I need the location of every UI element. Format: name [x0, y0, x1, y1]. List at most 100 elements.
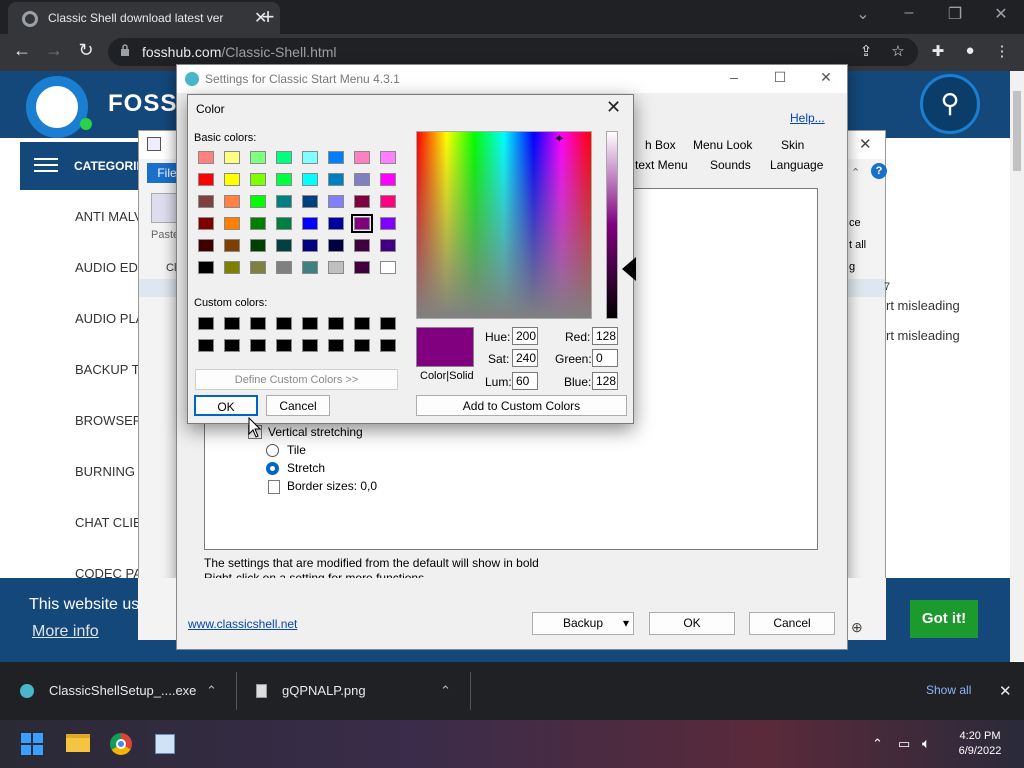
help-link[interactable]: Help... — [790, 111, 825, 125]
tab-menu-look[interactable]: Menu Look — [693, 138, 752, 152]
basic-color-swatch[interactable] — [250, 217, 266, 230]
page-scrollbar[interactable] — [1010, 71, 1024, 661]
custom-color-swatch[interactable] — [276, 317, 292, 330]
forward-icon[interactable]: → — [42, 40, 66, 61]
basic-color-swatch[interactable] — [276, 195, 292, 208]
settings-minimize-icon[interactable]: – — [719, 69, 749, 85]
basic-color-swatch[interactable] — [328, 195, 344, 208]
address-bar[interactable]: fosshub.com/Classic-Shell.html — [108, 38, 918, 66]
tab-sounds[interactable]: Sounds — [710, 158, 751, 172]
basic-color-swatch[interactable] — [328, 151, 344, 164]
settings-cancel-button[interactable]: Cancel — [749, 612, 835, 635]
custom-color-swatch[interactable] — [224, 339, 240, 352]
taskbar-clock[interactable]: 4:20 PM 6/9/2022 — [950, 730, 1010, 757]
basic-color-swatch[interactable] — [224, 217, 240, 230]
custom-color-swatch[interactable] — [198, 317, 214, 330]
menu-dots-icon[interactable]: ⋮ — [992, 42, 1012, 60]
bookmark-star-icon[interactable]: ☆ — [888, 42, 908, 60]
basic-color-swatch[interactable] — [302, 261, 318, 274]
blue-input[interactable]: 128 — [592, 372, 618, 390]
share-icon[interactable]: ⇪ — [856, 42, 876, 60]
file-explorer-icon[interactable] — [66, 734, 90, 752]
site-search-icon[interactable]: ⚲ — [920, 74, 980, 134]
basic-color-swatch[interactable] — [198, 195, 214, 208]
custom-color-swatch[interactable] — [380, 317, 396, 330]
luminosity-bar[interactable] — [606, 131, 618, 319]
category-item[interactable]: BURNING T — [75, 464, 145, 479]
settings-close-icon[interactable]: ✕ — [811, 69, 841, 86]
tile-radio[interactable] — [266, 444, 279, 457]
green-input[interactable]: 0 — [592, 349, 618, 367]
help-icon[interactable]: ? — [871, 163, 887, 179]
close-window-icon[interactable]: ✕ — [986, 4, 1016, 24]
basic-color-swatch[interactable] — [250, 261, 266, 274]
scrollbar-thumb[interactable] — [1013, 91, 1021, 171]
basic-color-swatch[interactable] — [224, 151, 240, 164]
basic-color-swatch[interactable] — [250, 195, 266, 208]
profile-icon[interactable]: ● — [960, 42, 980, 59]
custom-color-swatch[interactable] — [302, 317, 318, 330]
download-item[interactable]: gQPNALP.png — [282, 683, 366, 698]
minimize-icon[interactable]: – — [894, 4, 924, 22]
basic-color-swatch[interactable] — [198, 217, 214, 230]
tab-search-box[interactable]: h Box — [645, 138, 676, 152]
basic-color-swatch[interactable] — [380, 261, 396, 274]
basic-color-swatch[interactable] — [198, 261, 214, 274]
color-dialog-close-icon[interactable]: ✕ — [606, 97, 621, 118]
custom-color-swatch[interactable] — [354, 339, 370, 352]
basic-color-swatch[interactable] — [380, 217, 396, 230]
close-downloads-icon[interactable]: ✕ — [999, 682, 1012, 700]
new-tab-icon[interactable]: + — [258, 4, 278, 30]
sat-input[interactable]: 240 — [512, 349, 538, 367]
define-custom-colors-button[interactable]: Define Custom Colors >> — [195, 369, 398, 390]
custom-color-swatch[interactable] — [302, 339, 318, 352]
basic-color-swatch[interactable] — [302, 151, 318, 164]
basic-color-swatch[interactable] — [380, 195, 396, 208]
basic-color-swatch[interactable] — [328, 261, 344, 274]
volume-icon[interactable]: 🔈︎ — [922, 735, 930, 752]
settings-maximize-icon[interactable]: ☐ — [765, 69, 795, 86]
basic-color-swatch[interactable] — [276, 217, 292, 230]
basic-color-swatch[interactable] — [302, 195, 318, 208]
category-item[interactable]: ANTI MALV — [75, 209, 145, 224]
hue-input[interactable]: 200 — [512, 327, 538, 345]
basic-color-swatch[interactable] — [250, 173, 266, 186]
network-icon[interactable]: ▭ — [898, 736, 910, 752]
download-item[interactable]: ClassicShellSetup_....exe — [49, 683, 196, 698]
luminosity-arrow-icon[interactable] — [622, 257, 636, 281]
basic-color-swatch[interactable] — [276, 173, 292, 186]
tab-context-menu[interactable]: text Menu — [635, 158, 688, 172]
basic-color-swatch[interactable] — [354, 261, 370, 274]
custom-color-swatch[interactable] — [198, 339, 214, 352]
extensions-icon[interactable]: ✚ — [928, 42, 948, 60]
categories-button[interactable]: CATEGORIES — [20, 142, 152, 190]
basic-color-swatch[interactable] — [354, 239, 370, 252]
basic-color-swatch[interactable] — [328, 239, 344, 252]
basic-color-swatch[interactable] — [380, 151, 396, 164]
settings-ok-button[interactable]: OK — [649, 612, 735, 635]
download-chevron-icon[interactable]: ⌃ — [440, 683, 451, 699]
color-ok-button[interactable]: OK — [194, 395, 258, 416]
basic-color-swatch[interactable] — [224, 195, 240, 208]
basic-color-swatch[interactable] — [328, 173, 344, 186]
basic-color-swatch[interactable] — [328, 217, 344, 230]
basic-color-swatch[interactable] — [380, 173, 396, 186]
backup-button[interactable]: Backup ▾ — [532, 612, 634, 635]
reload-icon[interactable]: ↻ — [74, 40, 98, 61]
got-it-button[interactable]: Got it! — [910, 600, 978, 638]
basic-color-swatch[interactable] — [250, 239, 266, 252]
custom-color-swatch[interactable] — [328, 317, 344, 330]
category-item[interactable]: AUDIO EDI — [75, 260, 145, 275]
basic-color-swatch[interactable] — [198, 173, 214, 186]
more-info-link[interactable]: More info — [32, 623, 99, 641]
category-item[interactable]: AUDIO PLA — [75, 311, 145, 326]
custom-color-swatch[interactable] — [250, 317, 266, 330]
border-sizes-label[interactable]: Border sizes: 0,0 — [287, 479, 377, 493]
tray-chevron-icon[interactable]: ⌃ — [872, 736, 883, 752]
ribbon-collapse-icon[interactable]: ⌃ — [851, 166, 860, 179]
color-spectrum[interactable] — [416, 131, 592, 319]
custom-color-swatch[interactable] — [354, 317, 370, 330]
lum-input[interactable]: 60 — [512, 372, 538, 390]
stretch-radio[interactable] — [266, 462, 279, 475]
tab-search-icon[interactable]: ⌄ — [848, 4, 878, 24]
